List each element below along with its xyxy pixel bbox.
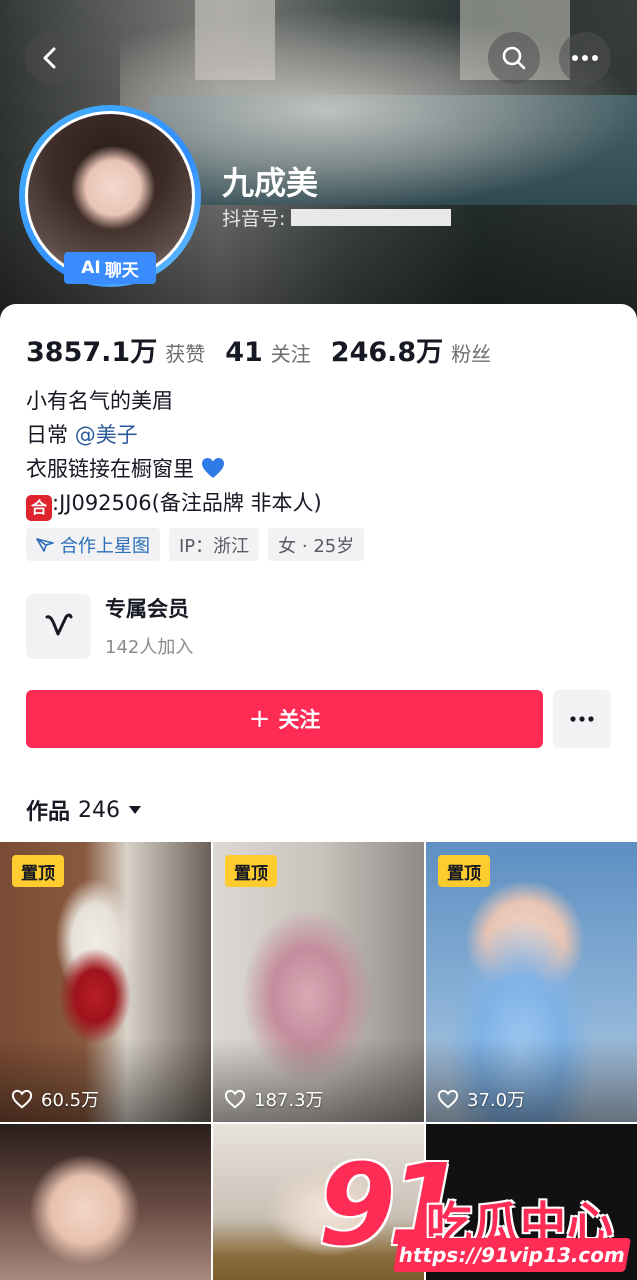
bio-line-prefix: 日常 (26, 423, 75, 447)
more-options-button[interactable] (559, 32, 611, 84)
bio-line: 小有名气的美眉 (26, 389, 173, 413)
caret-down-icon (129, 806, 142, 814)
blue-heart-icon (201, 458, 224, 478)
membership-text: 专属会员 142人加入 (105, 593, 193, 659)
ai-chat-badge[interactable]: AI 聊天 (64, 252, 156, 284)
stat-following[interactable]: 41 关注 (225, 337, 311, 368)
stat-label: 获赞 (165, 342, 206, 366)
mention-link[interactable]: @美子 (75, 423, 138, 447)
stat-value: 246.8万 (330, 337, 444, 368)
video-thumbnail[interactable] (0, 1124, 211, 1280)
douyin-id-redacted (291, 209, 452, 226)
douyin-id-label: 抖音号: (222, 208, 286, 230)
he-badge-icon: 合 (26, 495, 52, 521)
pinned-badge: 置顶 (225, 855, 277, 887)
ai-badge-ai: AI (81, 258, 101, 278)
bio-line: 合:JJ092506(备注品牌 非本人) (26, 486, 322, 521)
profile-name: 九成美 (222, 164, 319, 202)
bio-line-text: :JJ092506(备注品牌 非本人) (52, 491, 322, 515)
video-likes: 60.5万 (11, 1086, 99, 1112)
pinned-badge: 置顶 (12, 855, 64, 887)
more-actions-button[interactable] (553, 690, 611, 748)
profile-bio: 小有名气的美眉 日常 @美子 衣服链接在橱窗里 合:JJ092506(备注品牌 … (26, 384, 322, 521)
tab-works[interactable]: 作品 246 (26, 794, 142, 826)
likes-count: 60.5万 (41, 1090, 100, 1111)
video-likes: 187.3万 (224, 1086, 324, 1112)
heart-outline-icon (224, 1089, 246, 1109)
video-thumbnail[interactable] (213, 1124, 424, 1280)
video-likes: 37.0万 (437, 1086, 525, 1112)
likes-count: 187.3万 (254, 1090, 324, 1111)
tag-label: 女 · 25岁 (278, 535, 355, 557)
stat-likes[interactable]: 3857.1万 获赞 (26, 330, 205, 369)
video-thumbnail[interactable]: 置顶 60.5万 (0, 842, 211, 1122)
profile-card: 3857.1万 获赞 41 关注 246.8万 粉丝 小有名气的美眉 日常 @美… (0, 304, 637, 1280)
heart-outline-icon (11, 1089, 33, 1109)
heart-outline-icon (437, 1089, 459, 1109)
video-thumbnail[interactable] (426, 1124, 637, 1280)
more-horizontal-icon (570, 716, 594, 722)
tag-star-map[interactable]: 合作上星图 (26, 528, 160, 561)
back-button[interactable] (25, 32, 77, 84)
follow-button[interactable]: + 关注 (26, 690, 543, 748)
likes-count: 37.0万 (467, 1090, 526, 1111)
tag-gender-age: 女 · 25岁 (268, 528, 365, 561)
stat-label: 粉丝 (451, 342, 492, 366)
stat-followers[interactable]: 246.8万 粉丝 (331, 330, 491, 369)
search-icon (502, 46, 526, 70)
plus-icon: + (248, 704, 271, 734)
star-map-icon (36, 537, 54, 552)
bio-line: 衣服链接在橱窗里 (26, 452, 322, 486)
more-horizontal-icon (572, 55, 598, 61)
exclusive-membership[interactable]: 专属会员 142人加入 (26, 593, 193, 659)
works-count: 246 (78, 797, 121, 823)
tag-label: IP：浙江 (179, 535, 250, 557)
follow-label: 关注 (278, 708, 321, 732)
works-label: 作品 (26, 800, 71, 825)
membership-subtitle: 142人加入 (105, 637, 194, 658)
search-button[interactable] (488, 32, 540, 84)
profile-stats: 3857.1万 获赞 41 关注 246.8万 粉丝 (26, 330, 491, 369)
video-grid: 置顶 60.5万 置顶 187.3万 置顶 37.0万 (0, 842, 637, 1280)
bio-line: 日常 @美子 (26, 418, 322, 452)
video-thumbnail[interactable]: 置顶 37.0万 (426, 842, 637, 1122)
stat-label: 关注 (270, 342, 311, 366)
ai-badge-label: 聊天 (104, 260, 139, 281)
membership-title: 专属会员 (105, 597, 189, 621)
profile-tags: 合作上星图 IP：浙江 女 · 25岁 (26, 528, 365, 561)
stat-value: 41 (225, 337, 263, 368)
chevron-left-icon (43, 47, 56, 69)
membership-logo-icon (26, 593, 91, 659)
pinned-badge: 置顶 (438, 855, 490, 887)
tag-label: 合作上星图 (60, 535, 150, 557)
douyin-id[interactable]: 抖音号: (222, 204, 452, 231)
video-thumbnail[interactable]: 置顶 187.3万 (213, 842, 424, 1122)
tag-ip: IP：浙江 (169, 528, 260, 561)
stat-value: 3857.1万 (26, 337, 158, 368)
bio-line-text: 衣服链接在橱窗里 (26, 457, 194, 481)
